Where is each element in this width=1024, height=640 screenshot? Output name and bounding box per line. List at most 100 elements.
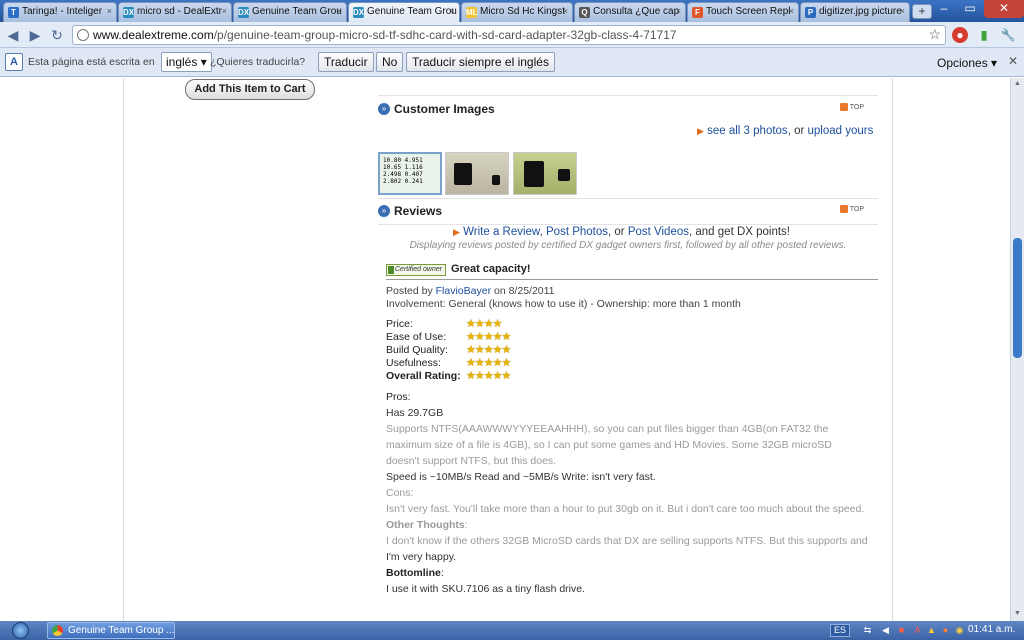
close-translate-icon[interactable]: ✕	[1008, 54, 1018, 68]
tab-close-icon[interactable]: ×	[337, 6, 342, 16]
translate-button[interactable]: Traducir	[318, 52, 374, 72]
post-photos-link[interactable]: Post Photos	[546, 226, 608, 238]
forward-icon[interactable]: ▶	[26, 26, 44, 44]
customer-images-title: Customer Images	[394, 102, 495, 116]
scrollbar-thumb[interactable]	[1013, 238, 1022, 358]
star-rating-icon: ★★★★★	[466, 370, 511, 382]
favicon-icon: Q	[579, 7, 590, 18]
write-review-link[interactable]: Write a Review	[463, 226, 539, 238]
reviews-title: Reviews	[394, 204, 443, 218]
add-to-cart-button[interactable]: Add This Item to Cart	[185, 79, 315, 100]
tab-title: Consulta ¿Que cap	[593, 6, 680, 17]
back-icon[interactable]: ◀	[4, 26, 22, 44]
post-videos-link[interactable]: Post Videos	[628, 226, 689, 238]
divider	[378, 224, 878, 225]
browser-tab[interactable]: Q Consulta ¿Que cap ×	[574, 2, 686, 22]
globe-icon	[77, 29, 89, 41]
pros-heading: Pros	[386, 391, 408, 403]
see-all-photos-link[interactable]: see all 3 photos	[707, 125, 788, 137]
adblock-icon[interactable]: ●	[952, 27, 968, 43]
tab-title: Micro Sd Hc Kingst	[480, 6, 566, 17]
cons-text: Isn't very fast. You'll take more than a…	[386, 503, 865, 515]
shield-icon[interactable]: ▲	[926, 624, 937, 636]
tab-close-icon[interactable]: ×	[563, 6, 568, 16]
tab-close-icon[interactable]: ×	[107, 6, 112, 16]
minimize-button[interactable]: –	[930, 0, 958, 18]
photo-thumbnail[interactable]: 10.80 4.951 10.65 1.116 2.498 0.407 2.80…	[378, 152, 442, 195]
photo-thumbnail[interactable]	[445, 152, 509, 195]
antivirus-icon[interactable]: ■	[896, 624, 907, 636]
no-button[interactable]: No	[376, 52, 404, 72]
top-link[interactable]: TOP	[850, 206, 864, 213]
arrow-icon: ▶	[453, 227, 460, 237]
top-arrow-icon[interactable]	[840, 205, 848, 213]
always-translate-button[interactable]: Traducir siempre el inglés	[406, 52, 555, 72]
tab-close-icon[interactable]: ×	[789, 6, 794, 16]
upload-yours-link[interactable]: upload yours	[808, 125, 874, 137]
author-link[interactable]: FlavioBayer	[436, 285, 491, 297]
options-menu[interactable]: Opciones ▾	[937, 56, 997, 70]
maximize-button[interactable]: ▭	[956, 0, 984, 18]
language-select[interactable]: inglés ▾	[161, 52, 212, 72]
browser-tab[interactable]: ML Micro Sd Hc Kingst ×	[461, 2, 573, 22]
top-arrow-icon[interactable]	[840, 103, 848, 111]
tab-title: micro sd - DealExtr	[137, 6, 223, 17]
taskbar: Genuine Team Group ... ES ⇆ ◀ ■ A ▲ ● ◉ …	[0, 621, 1024, 640]
thumb-text-line: 10.80 4.951	[383, 157, 423, 164]
bookmark-star-icon[interactable]: ☆	[928, 26, 941, 43]
star-rating-icon: ★★★★★	[466, 357, 511, 369]
section-bullet-icon: »	[378, 103, 390, 115]
scroll-up-icon[interactable]: ▲	[1014, 80, 1021, 87]
certified-owner-badge: Certified owner	[386, 264, 446, 276]
acrobat-icon[interactable]: A	[912, 624, 923, 636]
cta-tail-text: , and get DX points!	[689, 226, 791, 238]
translate-question: ¿Quieres traducirla?	[210, 56, 306, 68]
network-icon[interactable]: ⇆	[862, 624, 873, 636]
tab-close-icon[interactable]: ×	[222, 6, 227, 16]
vertical-scrollbar[interactable]: ▲ ▼	[1010, 78, 1024, 621]
top-link[interactable]: TOP	[850, 104, 864, 111]
review-title: Great capacity!	[451, 263, 531, 275]
browser-tab[interactable]: DX Genuine Team Grou ×	[348, 2, 460, 22]
language-indicator[interactable]: ES	[830, 624, 851, 637]
browser-tab[interactable]: DX micro sd - DealExtr ×	[118, 2, 232, 22]
check-icon	[388, 266, 394, 274]
system-tray: ES ⇆ ◀ ■ A ▲ ● ◉ 01:41 a.m.	[828, 621, 1024, 640]
pros-text: maximum size of a file is 4GB), so I can…	[386, 439, 832, 451]
tab-close-icon[interactable]: ×	[900, 6, 905, 16]
tab-strip: T Taringa! - Inteliger × DX micro sd - DealE…	[0, 0, 1024, 22]
reload-icon[interactable]: ↻	[48, 26, 66, 44]
browser-tab[interactable]: F Touch Screen Repl ×	[687, 2, 799, 22]
microsd-card-image	[558, 169, 570, 181]
thumb-text-line: 2.498 0.407	[383, 171, 423, 178]
chrome-icon	[52, 625, 63, 636]
bottomline-text: I use it with SKU.7106 as a tiny flash d…	[386, 583, 586, 595]
address-bar[interactable]: www.dealextreme.com/p/genuine-team-group…	[72, 25, 946, 45]
browser-tab[interactable]: DX Genuine Team Grou ×	[233, 2, 347, 22]
window-close-button[interactable]: ✕	[984, 0, 1024, 18]
volume-icon[interactable]: ◀	[880, 624, 891, 636]
clock-tray-icon[interactable]: ◉	[954, 624, 965, 636]
signal-bars-icon[interactable]: ▮	[976, 27, 992, 43]
divider	[378, 95, 878, 96]
pros-text: Has 29.7GB	[386, 407, 444, 419]
start-orb-icon[interactable]	[12, 622, 29, 639]
options-label: Opciones	[937, 56, 988, 70]
bottomline-heading: Bottomline	[386, 567, 441, 579]
browser-tab[interactable]: Pdigitizer.jpg picture ×	[800, 2, 910, 22]
reviews-header: » Reviews TOP	[378, 202, 878, 222]
other-thoughts-heading: Other Thoughts	[386, 519, 465, 531]
favicon-icon: DX	[353, 7, 365, 18]
clock[interactable]: 01:41 a.m.	[968, 624, 1015, 635]
tab-close-icon[interactable]: ×	[450, 6, 455, 16]
taskbar-item-chrome[interactable]: Genuine Team Group ...	[47, 622, 175, 639]
new-tab-button[interactable]: +	[912, 4, 932, 19]
tab-close-icon[interactable]: ×	[676, 6, 681, 16]
favicon-icon: F	[692, 7, 703, 18]
divider	[386, 279, 878, 280]
photo-thumbnail[interactable]	[513, 152, 577, 195]
browser-tab[interactable]: T Taringa! - Inteliger ×	[3, 2, 117, 22]
alert-icon[interactable]: ●	[940, 624, 951, 636]
wrench-icon[interactable]: 🔧	[1000, 27, 1016, 43]
scroll-down-icon[interactable]: ▼	[1014, 610, 1021, 617]
